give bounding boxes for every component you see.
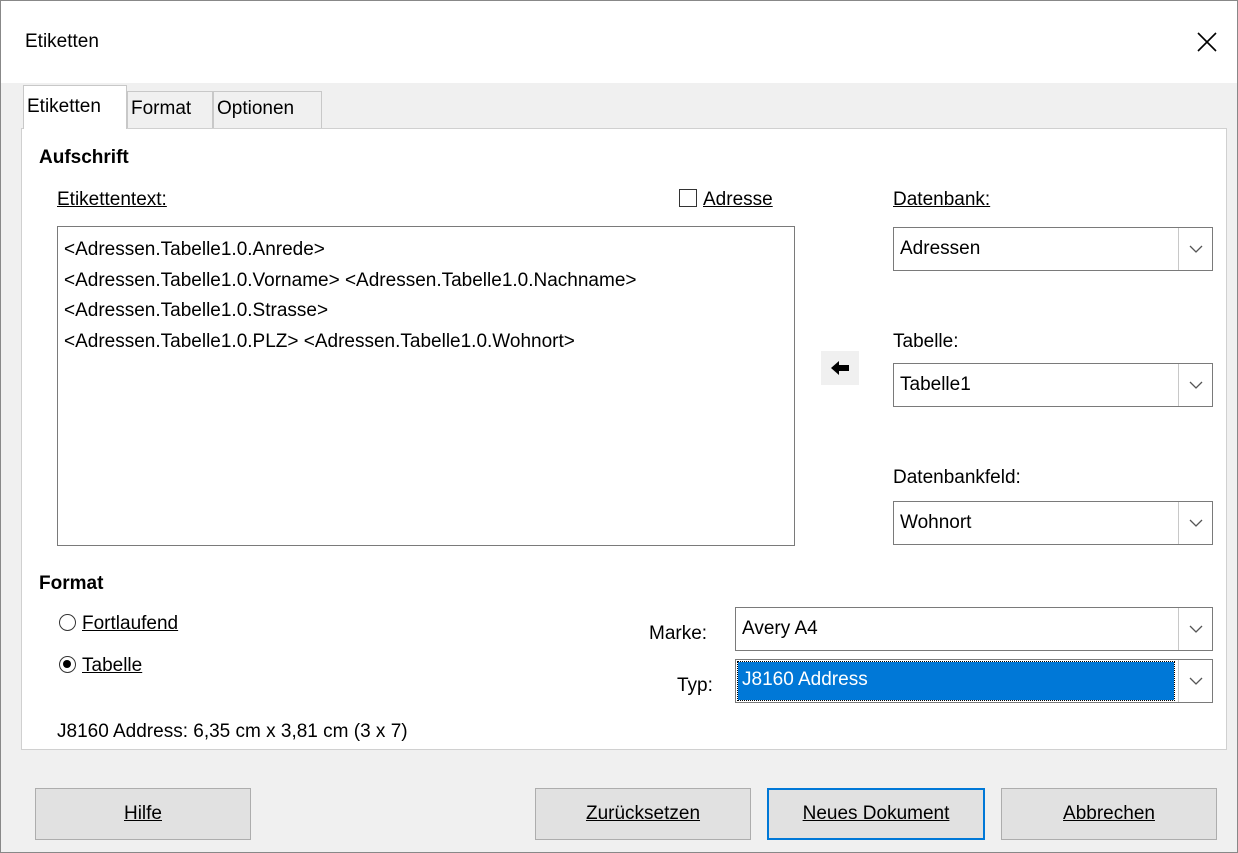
button-label: Zurücksetzen xyxy=(585,803,701,824)
datenbank-select[interactable]: Adressen xyxy=(893,227,1213,271)
adresse-label: Adresse xyxy=(703,189,773,210)
radio-label: Fortlaufend xyxy=(82,613,179,634)
datenbankfeld-value: Wohnort xyxy=(900,512,972,533)
button-label: Neues Dokument xyxy=(802,803,950,824)
datenbankfeld-select[interactable]: Wohnort xyxy=(893,501,1213,545)
label-text-label: Etikettentext: xyxy=(57,189,167,210)
tab-label: Format xyxy=(131,98,192,119)
close-button[interactable] xyxy=(1177,13,1237,71)
dropdown-button[interactable] xyxy=(1178,502,1212,544)
radio-circle[interactable] xyxy=(59,614,76,631)
typ-value: J8160 Address xyxy=(737,661,1175,701)
label-text-line: <Adressen.Tabelle1.0.Strasse> xyxy=(64,300,329,321)
checkbox-box[interactable] xyxy=(679,189,697,207)
radio-fortlaufend[interactable]: Fortlaufend xyxy=(59,613,178,635)
tabelle-select[interactable]: Tabelle1 xyxy=(893,363,1213,407)
radio-tabelle[interactable]: Tabelle xyxy=(59,655,142,677)
tab-optionen[interactable]: Optionen xyxy=(213,91,322,129)
chevron-down-icon xyxy=(1189,677,1202,685)
typ-label: Typ: xyxy=(677,675,713,696)
label-size-info: J8160 Address: 6,35 cm x 3,81 cm (3 x 7) xyxy=(57,721,408,742)
datenbank-value: Adressen xyxy=(900,238,981,259)
chevron-down-icon xyxy=(1189,381,1202,389)
section-heading-format: Format xyxy=(39,573,104,594)
label-text-line: <Adressen.Tabelle1.0.Vorname> <Adressen.… xyxy=(64,269,637,291)
labels-dialog: Etiketten Etiketten Format Optionen Aufs… xyxy=(0,0,1238,853)
chevron-down-icon xyxy=(1189,519,1202,527)
dropdown-button[interactable] xyxy=(1178,660,1212,702)
tab-label: Optionen xyxy=(217,98,295,119)
help-button[interactable]: Hilfe xyxy=(35,788,251,840)
marke-select[interactable]: Avery A4 xyxy=(735,607,1213,651)
marke-value: Avery A4 xyxy=(742,618,818,639)
title-bar: Etiketten xyxy=(1,1,1237,83)
button-label: Hilfe xyxy=(123,803,162,824)
dropdown-button[interactable] xyxy=(1178,228,1212,270)
chevron-down-icon xyxy=(1189,245,1202,253)
label-text-line: <Adressen.Tabelle1.0.Anrede> xyxy=(64,239,325,260)
adresse-checkbox[interactable]: Adresse xyxy=(679,189,773,211)
close-icon xyxy=(1197,32,1217,52)
label-text-area[interactable]: <Adressen.Tabelle1.0.Anrede> <Adressen.T… xyxy=(57,226,795,546)
tab-format[interactable]: Format xyxy=(127,91,213,129)
cancel-button[interactable]: Abbrechen xyxy=(1001,788,1217,840)
marke-label: Marke: xyxy=(649,623,708,644)
window-title: Etiketten xyxy=(25,31,99,52)
dropdown-button[interactable] xyxy=(1178,608,1212,650)
button-label: Abbrechen xyxy=(1063,803,1155,824)
section-heading-aufschrift: Aufschrift xyxy=(39,147,129,168)
radio-circle[interactable] xyxy=(59,656,76,673)
tabelle-value: Tabelle1 xyxy=(900,374,971,395)
arrow-left-icon xyxy=(831,361,849,375)
datenbank-label: Datenbank: xyxy=(893,189,991,210)
typ-select[interactable]: J8160 Address xyxy=(735,659,1213,703)
insert-field-button[interactable] xyxy=(821,351,859,385)
tabelle-label: Tabelle: xyxy=(893,331,959,352)
tab-etiketten[interactable]: Etiketten xyxy=(23,85,127,129)
reset-button[interactable]: Zurücksetzen xyxy=(535,788,751,840)
new-document-button[interactable]: Neues Dokument xyxy=(767,788,985,840)
label-text-line: <Adressen.Tabelle1.0.PLZ> <Adressen.Tabe… xyxy=(64,330,575,352)
chevron-down-icon xyxy=(1189,625,1202,633)
radio-label: Tabelle xyxy=(82,655,143,676)
datenbankfeld-label: Datenbankfeld: xyxy=(893,467,1021,488)
dropdown-button[interactable] xyxy=(1178,364,1212,406)
tab-label: Etiketten xyxy=(27,96,101,117)
